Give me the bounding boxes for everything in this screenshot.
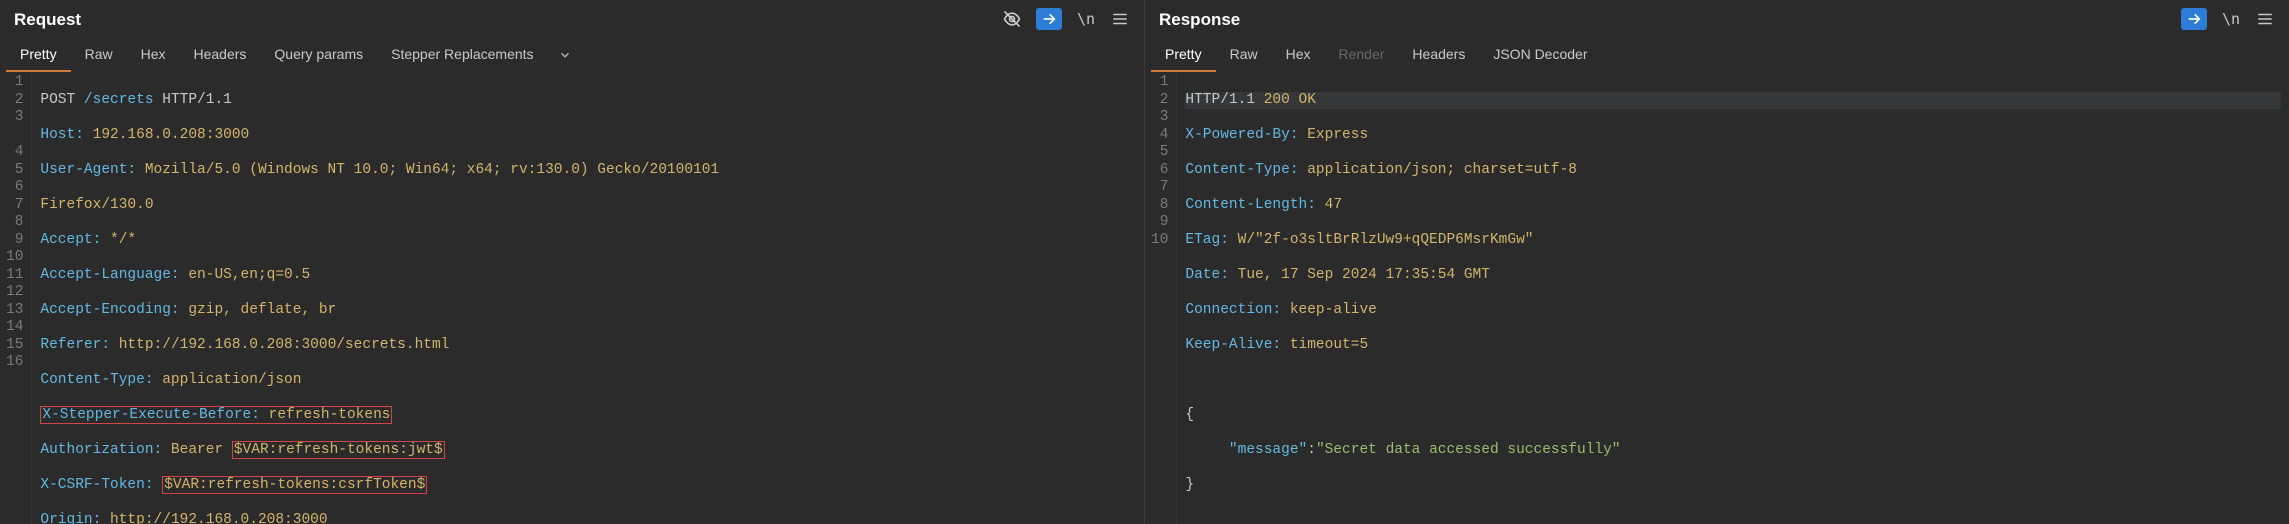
request-toolbar: \n bbox=[998, 2, 1134, 36]
send-icon[interactable] bbox=[2181, 8, 2207, 30]
tab-headers[interactable]: Headers bbox=[1398, 40, 1479, 72]
request-tabs: Pretty Raw Hex Headers Query params Step… bbox=[0, 36, 1144, 72]
tab-raw[interactable]: Raw bbox=[1216, 40, 1272, 72]
response-code[interactable]: 12345678910 HTTP/1.1 200 OK X-Powered-By… bbox=[1145, 72, 2289, 524]
request-panel: Request \n Pretty Raw Hex Headers Query … bbox=[0, 0, 1145, 524]
menu-icon[interactable] bbox=[1110, 9, 1130, 29]
response-tabs: Pretty Raw Hex Render Headers JSON Decod… bbox=[1145, 36, 2289, 72]
newline-icon[interactable]: \n bbox=[1076, 9, 1096, 29]
newline-icon[interactable]: \n bbox=[2221, 9, 2241, 29]
visibility-off-icon[interactable] bbox=[1002, 9, 1022, 29]
tab-query-params[interactable]: Query params bbox=[260, 40, 377, 72]
response-title: Response bbox=[1159, 8, 1240, 30]
response-gutter: 12345678910 bbox=[1145, 72, 1177, 524]
tab-json-decoder[interactable]: JSON Decoder bbox=[1479, 40, 1601, 72]
request-code-body[interactable]: POST /secrets HTTP/1.1 Host: 192.168.0.2… bbox=[32, 72, 1144, 524]
tab-hex[interactable]: Hex bbox=[127, 40, 180, 72]
tab-headers[interactable]: Headers bbox=[180, 40, 261, 72]
response-code-body[interactable]: HTTP/1.1 200 OK X-Powered-By: Express Co… bbox=[1177, 72, 2289, 524]
tab-pretty[interactable]: Pretty bbox=[1151, 40, 1216, 72]
request-code[interactable]: 12345678910111213141516 POST /secrets HT… bbox=[0, 72, 1144, 524]
request-gutter: 12345678910111213141516 bbox=[0, 72, 32, 524]
tab-pretty[interactable]: Pretty bbox=[6, 40, 71, 72]
response-toolbar: \n bbox=[2177, 2, 2279, 36]
chevron-down-icon[interactable] bbox=[548, 42, 582, 71]
send-icon[interactable] bbox=[1036, 8, 1062, 30]
menu-icon[interactable] bbox=[2255, 9, 2275, 29]
request-title: Request bbox=[14, 8, 81, 30]
response-panel: Response \n Pretty Raw Hex Render Header… bbox=[1145, 0, 2289, 524]
tab-render[interactable]: Render bbox=[1325, 40, 1399, 72]
tab-hex[interactable]: Hex bbox=[1272, 40, 1325, 72]
tab-raw[interactable]: Raw bbox=[71, 40, 127, 72]
tab-stepper-replacements[interactable]: Stepper Replacements bbox=[377, 40, 547, 72]
